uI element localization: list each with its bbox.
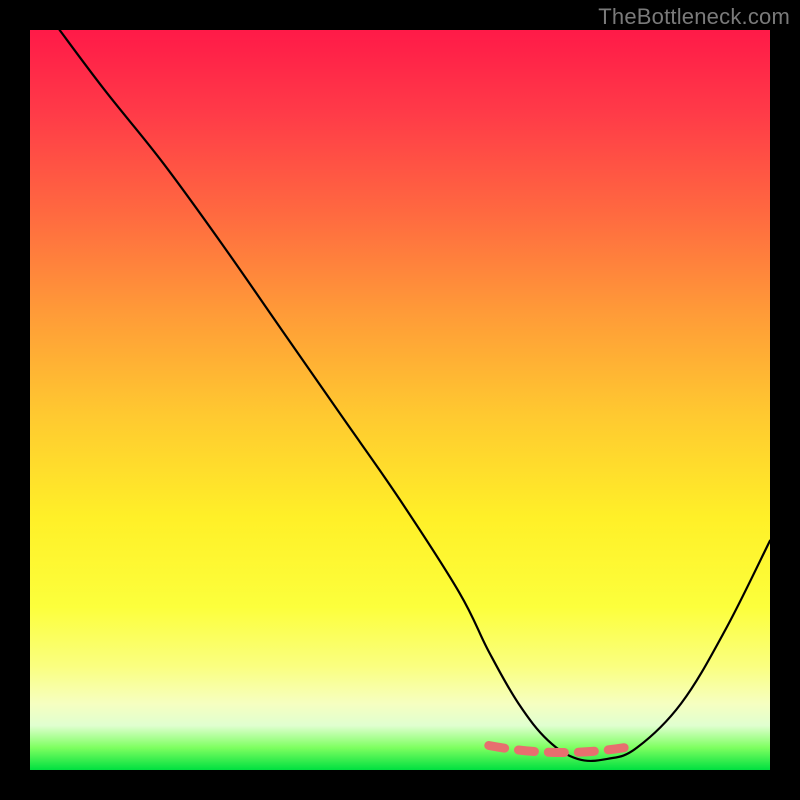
- plot-area: [30, 30, 770, 770]
- trough-dash-path: [489, 746, 637, 753]
- bottleneck-curve-path: [60, 30, 770, 761]
- chart-frame: TheBottleneck.com: [0, 0, 800, 800]
- watermark-text: TheBottleneck.com: [598, 4, 790, 30]
- curve-svg: [30, 30, 770, 770]
